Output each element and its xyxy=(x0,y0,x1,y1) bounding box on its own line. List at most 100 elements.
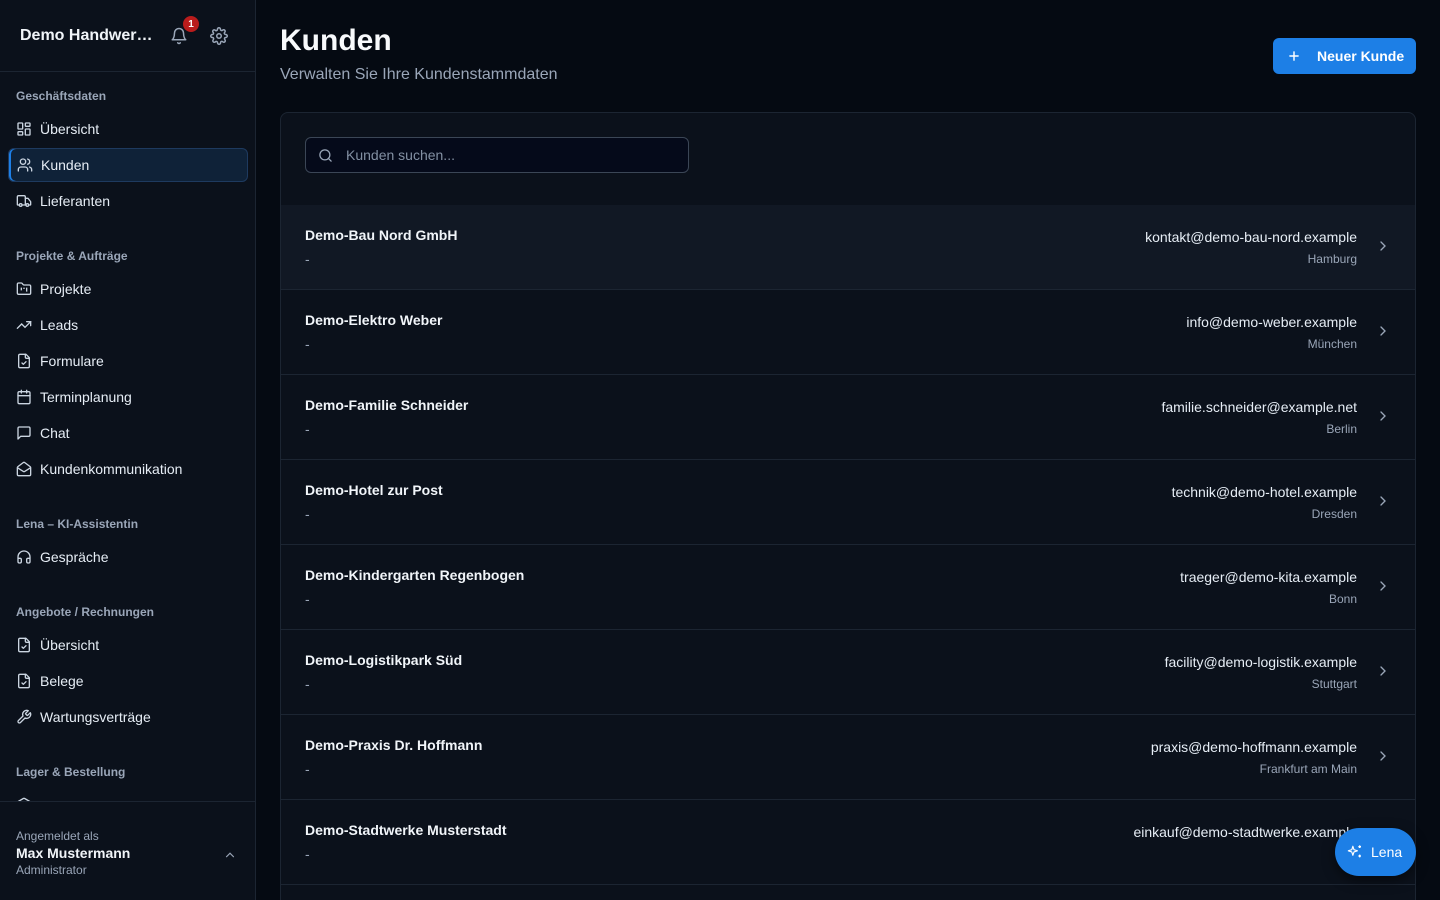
customer-row[interactable]: Demo-Stadtwerke Musterstadt - einkauf@demo… xyxy=(281,800,1415,885)
sidebar-item-label: Formulare xyxy=(40,353,104,369)
sidebar-item-kundenkommunikation[interactable]: Kundenkommunikation xyxy=(8,452,248,486)
customer-row[interactable]: Demo-Hotel zur Post - technik@demo-hotel.e… xyxy=(281,460,1415,545)
customer-list-card: Demo-Bau Nord GmbH - kontakt@demo-bau-nord… xyxy=(280,112,1416,900)
app-title[interactable]: Demo Handwerksbetrieb xyxy=(20,27,156,45)
sidebar-item-label: Kundenkommunikation xyxy=(40,461,183,477)
sidebar-item-label: Belege xyxy=(40,673,84,689)
folder-icon xyxy=(16,282,32,295)
customer-subline: - xyxy=(305,846,310,862)
calendar-icon xyxy=(17,389,31,405)
customer-email: info@demo-weber.example xyxy=(1186,314,1357,330)
sidebar-item-label: Chat xyxy=(40,425,70,441)
user-menu[interactable]: Angemeldet als Max Mustermann Administra… xyxy=(0,801,255,900)
sidebar-item-uebersicht[interactable]: Übersicht xyxy=(8,112,248,146)
customer-name: Demo-Hotel zur Post xyxy=(305,482,443,498)
chevron-right-icon xyxy=(1375,238,1391,254)
customer-city: Hamburg xyxy=(1307,252,1357,266)
sidebar-item-label: Lieferanten xyxy=(40,193,111,209)
customer-email: traeger@demo-kita.example xyxy=(1180,569,1357,585)
section-label-projekte: Projekte & Aufträge xyxy=(16,249,128,263)
sidebar-item-lager-partial[interactable] xyxy=(8,788,248,801)
customer-row[interactable]: Demo-Praxis Dr. Hoffmann - praxis@demo-hof… xyxy=(281,715,1415,800)
chevron-right-icon xyxy=(1375,748,1391,764)
trending-up-icon xyxy=(16,321,32,329)
section-label-angebote: Angebote / Rechnungen xyxy=(16,605,154,619)
customer-city: Berlin xyxy=(1326,422,1357,436)
chevron-right-icon xyxy=(1375,663,1391,679)
sidebar-item-gespraeche[interactable]: Gespräche xyxy=(8,540,248,574)
file-check-icon xyxy=(18,637,30,653)
customer-subline: - xyxy=(305,506,310,522)
customer-row[interactable]: Demo-Logistikpark Süd - facility@demo-logi… xyxy=(281,630,1415,715)
customer-name: Demo-Familie Schneider xyxy=(305,397,469,413)
file-check-icon xyxy=(18,353,30,369)
customer-row[interactable]: Demo-Elektro Weber - info@demo-weber.examp… xyxy=(281,290,1415,375)
chevron-right-icon xyxy=(1375,323,1391,339)
customer-email: technik@demo-hotel.example xyxy=(1171,484,1357,500)
sidebar-item-label: Übersicht xyxy=(40,637,100,653)
search-box[interactable] xyxy=(305,137,689,173)
users-icon xyxy=(17,158,33,172)
chevron-right-icon xyxy=(1375,493,1391,509)
sidebar-nav: Geschäftsdaten Übersicht Kunden Lieferan… xyxy=(0,73,255,801)
sidebar-item-label: Wartungsverträge xyxy=(40,709,151,725)
customer-row[interactable]: Demo-Bau Nord GmbH - kontakt@demo-bau-nord… xyxy=(281,205,1415,290)
sidebar-item-belege[interactable]: Belege xyxy=(8,664,248,698)
sidebar-item-wartungsvertraege[interactable]: Wartungsverträge xyxy=(8,700,248,734)
sidebar-item-label: Übersicht xyxy=(40,121,100,137)
new-customer-button[interactable]: Neuer Kunde xyxy=(1273,38,1416,74)
customer-subline: - xyxy=(305,676,310,692)
customer-email: einkauf@demo-stadtwerke.example xyxy=(1133,824,1357,840)
sidebar-item-chat[interactable]: Chat xyxy=(8,416,248,450)
gear-icon[interactable] xyxy=(210,27,228,45)
page-title: Kunden xyxy=(280,24,392,57)
customer-name: Demo-Praxis Dr. Hoffmann xyxy=(305,737,483,753)
sidebar: Demo Handwerksbetrieb 1 Geschäftsdaten Ü… xyxy=(0,0,256,900)
sparkles-icon xyxy=(1347,845,1361,858)
customer-list: Demo-Bau Nord GmbH - kontakt@demo-bau-nord… xyxy=(281,205,1415,885)
headphones-icon xyxy=(17,550,31,564)
truck-icon xyxy=(16,195,32,207)
sidebar-item-label: Gespräche xyxy=(40,549,109,565)
sidebar-item-kunden[interactable]: Kunden xyxy=(8,148,248,182)
plus-icon xyxy=(1289,51,1299,61)
message-square-icon xyxy=(17,426,31,440)
dashboard-icon xyxy=(17,122,31,136)
customer-email: facility@demo-logistik.example xyxy=(1164,654,1357,670)
customer-email: kontakt@demo-bau-nord.example xyxy=(1145,229,1357,245)
sidebar-item-angebote-uebersicht[interactable]: Übersicht xyxy=(8,628,248,662)
customer-subline: - xyxy=(305,761,310,777)
section-label-lager: Lager & Bestellung xyxy=(16,765,126,779)
customer-email: praxis@demo-hoffmann.example xyxy=(1150,739,1357,755)
sidebar-item-label: Terminplanung xyxy=(40,389,132,405)
sidebar-item-lieferanten[interactable]: Lieferanten xyxy=(8,184,248,218)
chevron-right-icon xyxy=(1375,408,1391,424)
user-name: Max Mustermann xyxy=(16,845,131,861)
customer-name: Demo-Elektro Weber xyxy=(305,312,443,328)
main-content: Kunden Verwalten Sie Ihre Kundenstammdat… xyxy=(256,0,1440,900)
customer-name: Demo-Logistikpark Süd xyxy=(305,652,463,668)
page-subtitle: Verwalten Sie Ihre Kundenstammdaten xyxy=(280,66,558,83)
chevron-right-icon xyxy=(1375,578,1391,594)
search-input[interactable] xyxy=(346,147,666,163)
lena-assistant-button[interactable]: Lena xyxy=(1335,828,1416,876)
logged-in-label: Angemeldet als xyxy=(16,829,99,843)
mail-open-icon xyxy=(16,461,32,477)
sidebar-item-formulare[interactable]: Formulare xyxy=(8,344,248,378)
customer-email: familie.schneider@example.net xyxy=(1161,399,1357,415)
customer-row[interactable]: Demo-Kindergarten Regenbogen - traeger@dem… xyxy=(281,545,1415,630)
customer-row[interactable]: Demo-Familie Schneider - familie.schneider… xyxy=(281,375,1415,460)
chevron-up-icon[interactable] xyxy=(223,848,237,862)
receipt-icon xyxy=(18,673,30,689)
customer-subline: - xyxy=(305,336,310,352)
sidebar-item-label: Projekte xyxy=(40,281,92,297)
sidebar-item-projekte[interactable]: Projekte xyxy=(8,272,248,306)
customer-city: München xyxy=(1307,337,1357,351)
customer-name: Demo-Stadtwerke Musterstadt xyxy=(305,822,507,838)
customer-subline: - xyxy=(305,251,310,267)
section-label-geschaeftsdaten: Geschäftsdaten xyxy=(16,89,107,103)
sidebar-item-terminplanung[interactable]: Terminplanung xyxy=(8,380,248,414)
sidebar-item-label: Leads xyxy=(40,317,79,333)
customer-city: Dresden xyxy=(1311,507,1357,521)
sidebar-item-leads[interactable]: Leads xyxy=(8,308,248,342)
